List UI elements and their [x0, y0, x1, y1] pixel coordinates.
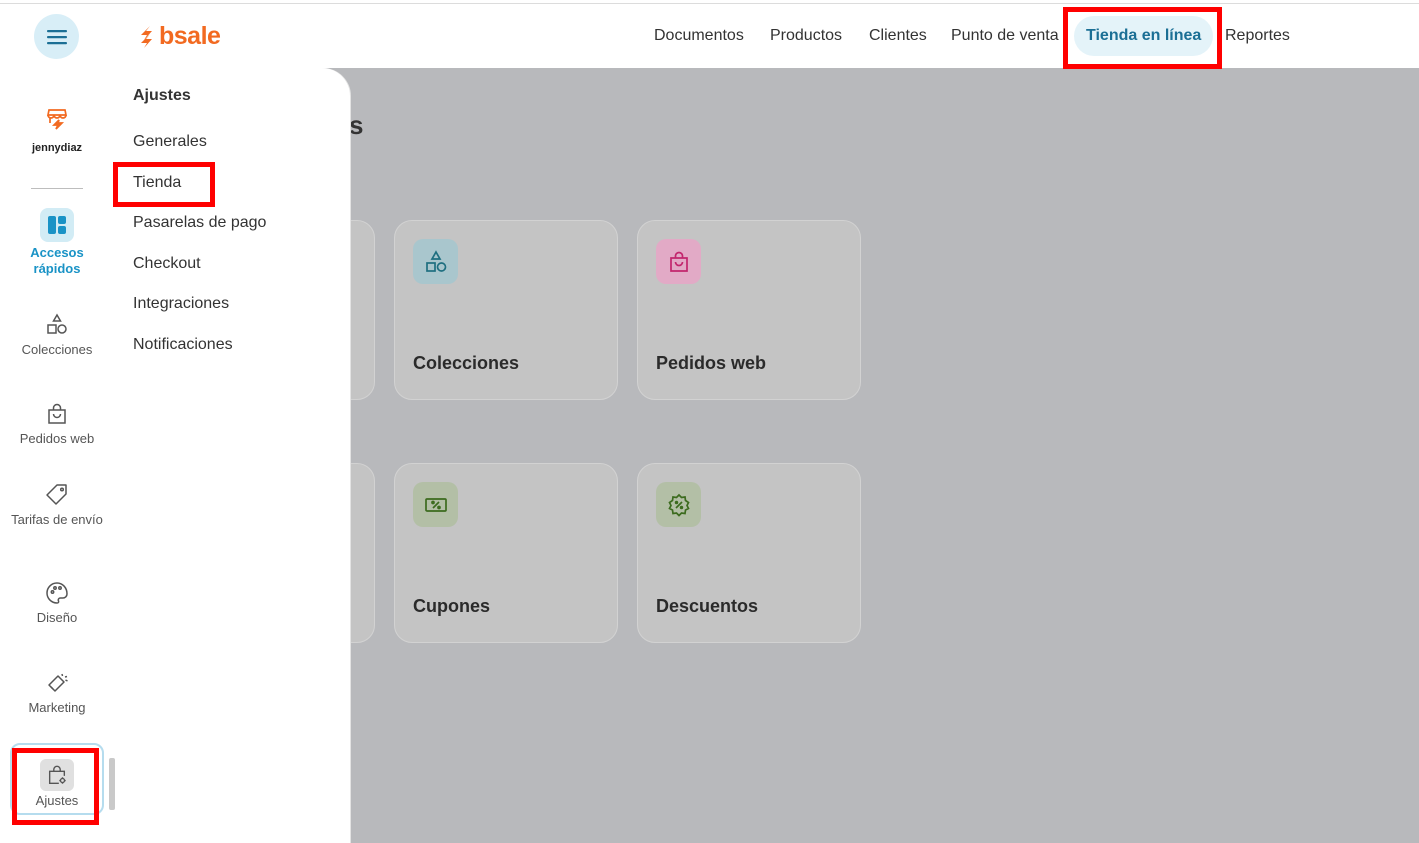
store-selector[interactable]: jennydiaz [6, 106, 108, 156]
sidebar-divider [31, 188, 83, 189]
card-cupones[interactable]: Cupones [394, 463, 618, 643]
sidebar-item-label: Marketing [28, 700, 86, 715]
coupon-icon [424, 497, 447, 512]
nav-punto-de-venta[interactable]: Punto de venta [951, 27, 1059, 45]
sidebar-item-ajustes[interactable]: Ajustes [10, 743, 104, 815]
submenu-item-generales[interactable]: Generales [133, 133, 207, 151]
card-colecciones[interactable]: Colecciones [394, 220, 618, 400]
submenu-item-checkout[interactable]: Checkout [133, 255, 201, 273]
storefront-icon [44, 106, 70, 132]
sidebar-item-colecciones[interactable]: Colecciones [6, 312, 108, 358]
card-icon-box [656, 482, 701, 527]
bag-gear-icon [40, 759, 74, 791]
nav-tienda-en-linea[interactable]: Tienda en línea [1074, 16, 1214, 56]
top-navigation: Documentos Productos Clientes Punto de v… [0, 4, 1419, 68]
sidebar-item-label: Ajustes [35, 793, 79, 808]
nav-productos[interactable]: Productos [770, 27, 842, 45]
top-header: bsale Documentos Productos Clientes Punt… [0, 4, 1419, 68]
sidebar-item-label: Pedidos web [19, 431, 95, 446]
card-icon-box [413, 482, 458, 527]
shopping-bag-icon [669, 251, 688, 272]
submenu-item-tienda[interactable]: Tienda [133, 174, 181, 192]
card-pedidos-web[interactable]: Pedidos web [637, 220, 861, 400]
palette-icon [44, 580, 70, 606]
card-icon-box [656, 239, 701, 284]
left-sidebar: jennydiaz Accesos rápidos Colecciones Pe… [0, 68, 115, 843]
nav-clientes[interactable]: Clientes [869, 27, 927, 45]
megaphone-icon [44, 670, 70, 696]
card-title: Cupones [413, 596, 491, 616]
shopping-bag-icon [44, 401, 70, 427]
sidebar-item-marketing[interactable]: Marketing [6, 670, 108, 716]
sidebar-item-tarifas-de-envio[interactable]: Tarifas de envío [6, 482, 108, 528]
submenu-item-pasarelas-de-pago[interactable]: Pasarelas de pago [133, 214, 266, 232]
sidebar-item-label: Diseño [36, 610, 78, 625]
discount-badge-icon [667, 493, 690, 517]
card-icon-box [413, 239, 458, 284]
sidebar-item-pedidos-web[interactable]: Pedidos web [6, 401, 108, 447]
store-name: jennydiaz [31, 142, 83, 154]
ajustes-submenu: Ajustes Generales Tienda Pasarelas de pa… [115, 68, 350, 843]
submenu-title: Ajustes [133, 87, 191, 104]
submenu-item-integraciones[interactable]: Integraciones [133, 295, 229, 313]
card-title: Pedidos web [656, 353, 767, 373]
sidebar-item-diseno[interactable]: Diseño [6, 580, 108, 626]
nav-documentos[interactable]: Documentos [654, 27, 744, 45]
nav-reportes[interactable]: Reportes [1225, 27, 1290, 45]
sidebar-item-label: Accesos rápidos [30, 245, 84, 276]
shapes-icon [44, 312, 70, 338]
shapes-icon [425, 249, 446, 272]
card-title: Descuentos [656, 596, 759, 616]
sidebar-item-label: Colecciones [21, 342, 93, 357]
sidebar-item-label: Tarifas de envío [11, 512, 103, 527]
card-descuentos[interactable]: Descuentos [637, 463, 861, 643]
card-title: Colecciones [413, 353, 520, 373]
submenu-item-notificaciones[interactable]: Notificaciones [133, 336, 233, 354]
dashboard-icon [40, 208, 74, 242]
tag-icon [44, 482, 70, 508]
sidebar-item-accesos-rapidos[interactable]: Accesos rápidos [6, 208, 108, 277]
page-title: s [349, 110, 364, 140]
